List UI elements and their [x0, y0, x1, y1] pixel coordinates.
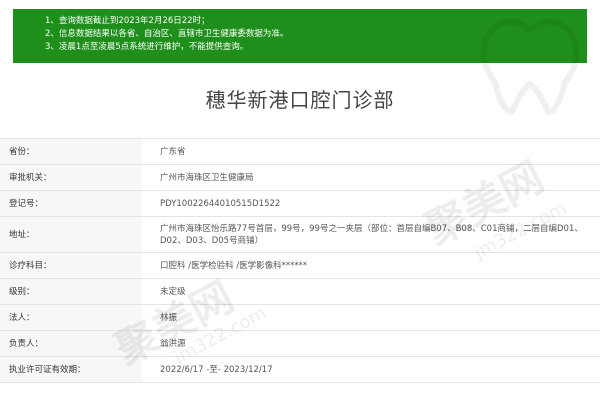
- row-label: 审批机关：: [0, 164, 142, 191]
- table-row: 级别： 未定级: [0, 278, 600, 305]
- table-row: 负责人： 翁洪源: [0, 330, 600, 357]
- row-label: 地址：: [0, 216, 142, 253]
- row-value: 广州市海珠区怡乐路77号首层，99号，99号之一夹层（部位：首层自编B07、B0…: [142, 216, 600, 253]
- page-title: 穗华新港口腔门诊部: [205, 88, 395, 112]
- row-label: 登记号：: [0, 190, 142, 217]
- row-label: 执业许可证有效期：: [0, 356, 142, 383]
- notice-line: 1、查询数据截止到2023年2月26日22时；: [45, 16, 210, 26]
- table-row: 登记号： PDY10022644010515D1522: [0, 190, 600, 217]
- table-row: 地址： 广州市海珠区怡乐路77号首层，99号，99号之一夹层（部位：首层自编B0…: [0, 216, 600, 253]
- table-row: 审批机关： 广州市海珠区卫生健康局: [0, 164, 600, 191]
- row-value: 广东省: [142, 138, 600, 165]
- notice-banner: 1、查询数据截止到2023年2月26日22时； 2、信息数据结果以各省、自治区、…: [13, 9, 587, 63]
- table-row: 执业许可证有效期： 2022/6/17 -至- 2023/12/17: [0, 356, 600, 383]
- info-table: 省份： 广东省 审批机关： 广州市海珠区卫生健康局 登记号： PDY100226…: [0, 138, 600, 383]
- row-value: 口腔科 /医学检验科 /医学影像科******: [142, 252, 600, 279]
- row-value: PDY10022644010515D1522: [142, 190, 600, 217]
- notice-line: 3、凌晨1点至凌晨5点系统进行维护，不能提供查询。: [45, 42, 249, 52]
- table-row: 法人： 林振: [0, 304, 600, 331]
- table-row: 省份： 广东省: [0, 138, 600, 165]
- row-label: 省份：: [0, 138, 142, 165]
- row-label: 诊疗科目：: [0, 252, 142, 279]
- row-value: 翁洪源: [142, 330, 600, 357]
- row-value: 2022/6/17 -至- 2023/12/17: [142, 356, 600, 383]
- notice-line: 2、信息数据结果以各省、自治区、直辖市卫生健康委数据为准。: [45, 29, 289, 39]
- row-value: 广州市海珠区卫生健康局: [142, 164, 600, 191]
- row-label: 法人：: [0, 304, 142, 331]
- row-label: 级别：: [0, 278, 142, 305]
- table-row: 诊疗科目： 口腔科 /医学检验科 /医学影像科******: [0, 252, 600, 279]
- row-label: 负责人：: [0, 330, 142, 357]
- row-value: 未定级: [142, 278, 600, 305]
- row-value: 林振: [142, 304, 600, 331]
